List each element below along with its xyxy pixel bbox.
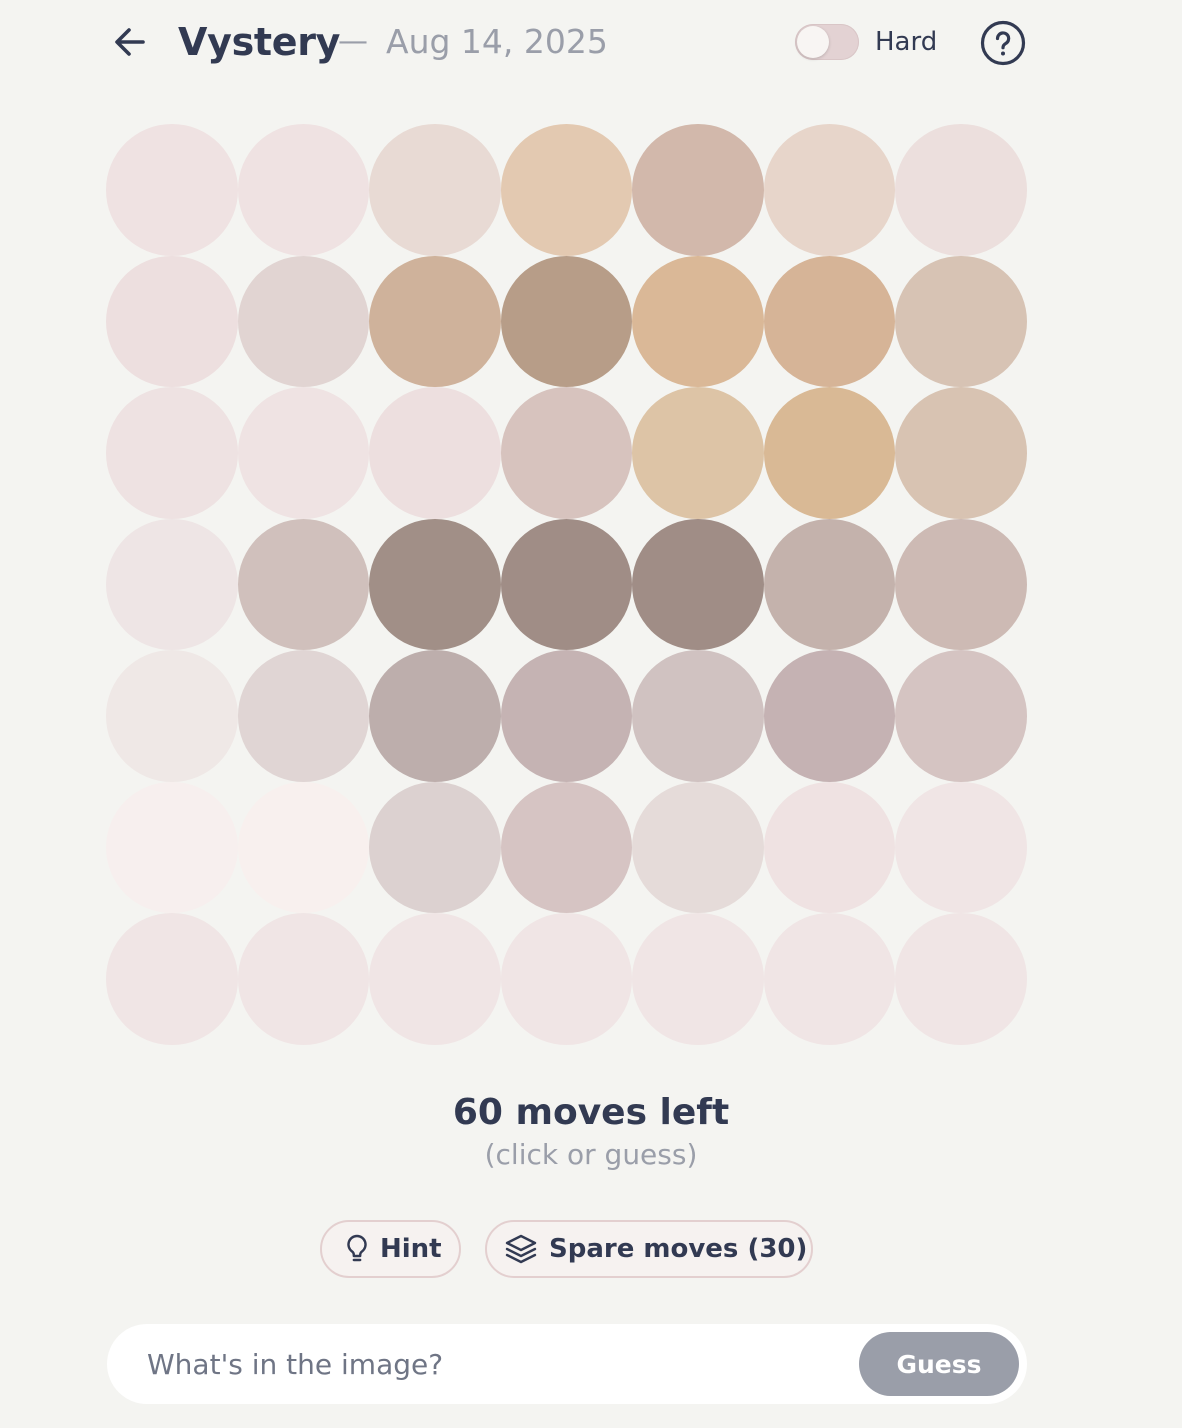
grid-cell[interactable] bbox=[369, 781, 501, 913]
grid-cell[interactable] bbox=[369, 913, 501, 1045]
grid-cell[interactable] bbox=[369, 124, 501, 256]
guess-input[interactable] bbox=[147, 1338, 827, 1390]
hint-button[interactable]: Hint bbox=[320, 1220, 461, 1278]
grid-cell[interactable] bbox=[500, 650, 632, 782]
spare-moves-button[interactable]: Spare moves (30) bbox=[485, 1220, 813, 1278]
guess-button[interactable]: Guess bbox=[859, 1332, 1019, 1396]
puzzle-grid bbox=[106, 124, 1027, 1045]
grid-cell[interactable] bbox=[106, 913, 238, 1045]
moves-subtitle: (click or guess) bbox=[484, 1138, 698, 1171]
grid-cell[interactable] bbox=[763, 387, 895, 519]
grid-cell[interactable] bbox=[500, 781, 632, 913]
grid-cell[interactable] bbox=[237, 518, 369, 650]
back-button[interactable] bbox=[106, 20, 154, 64]
grid-cell[interactable] bbox=[895, 518, 1027, 650]
grid-cell[interactable] bbox=[237, 781, 369, 913]
hard-mode-label: Hard bbox=[875, 27, 938, 57]
grid-cell[interactable] bbox=[369, 650, 501, 782]
title-separator: — bbox=[338, 24, 368, 59]
question-circle-icon bbox=[980, 20, 1026, 66]
toggle-knob bbox=[797, 26, 829, 58]
moves-left: 60 moves left bbox=[452, 1092, 730, 1133]
grid-cell[interactable] bbox=[632, 518, 764, 650]
puzzle-date: Aug 14, 2025 bbox=[386, 22, 608, 61]
grid-cell[interactable] bbox=[237, 124, 369, 256]
grid-cell[interactable] bbox=[500, 124, 632, 256]
grid-cell[interactable] bbox=[632, 781, 764, 913]
arrow-left-icon bbox=[115, 28, 145, 56]
grid-cell[interactable] bbox=[763, 518, 895, 650]
grid-cell[interactable] bbox=[500, 387, 632, 519]
grid-cell[interactable] bbox=[106, 124, 238, 256]
hard-mode-toggle[interactable] bbox=[795, 24, 859, 60]
grid-cell[interactable] bbox=[106, 387, 238, 519]
grid-cell[interactable] bbox=[895, 781, 1027, 913]
grid-cell[interactable] bbox=[237, 255, 369, 387]
grid-cell[interactable] bbox=[895, 387, 1027, 519]
grid-cell[interactable] bbox=[106, 255, 238, 387]
grid-cell[interactable] bbox=[895, 255, 1027, 387]
grid-cell[interactable] bbox=[500, 518, 632, 650]
game-screen: Vystery — Aug 14, 2025 Hard 60 moves lef… bbox=[0, 0, 1182, 1428]
layers-icon bbox=[503, 1233, 539, 1265]
grid-cell[interactable] bbox=[763, 255, 895, 387]
grid-cell[interactable] bbox=[632, 124, 764, 256]
grid-cell[interactable] bbox=[237, 913, 369, 1045]
grid-cell[interactable] bbox=[500, 255, 632, 387]
grid-cell[interactable] bbox=[632, 255, 764, 387]
grid-cell[interactable] bbox=[632, 913, 764, 1045]
grid-cell[interactable] bbox=[895, 913, 1027, 1045]
grid-cell[interactable] bbox=[763, 781, 895, 913]
grid-cell[interactable] bbox=[369, 255, 501, 387]
hint-label: Hint bbox=[380, 1234, 442, 1264]
grid-cell[interactable] bbox=[895, 650, 1027, 782]
grid-cell[interactable] bbox=[763, 124, 895, 256]
page-title: Vystery bbox=[178, 20, 341, 64]
grid-cell[interactable] bbox=[369, 387, 501, 519]
guess-bar: Guess bbox=[107, 1324, 1027, 1404]
grid-cell[interactable] bbox=[632, 650, 764, 782]
spare-moves-label: Spare moves (30) bbox=[549, 1234, 808, 1264]
grid-cell[interactable] bbox=[763, 913, 895, 1045]
grid-cell[interactable] bbox=[895, 124, 1027, 256]
grid-cell[interactable] bbox=[500, 913, 632, 1045]
grid-cell[interactable] bbox=[237, 650, 369, 782]
grid-cell[interactable] bbox=[106, 781, 238, 913]
grid-cell[interactable] bbox=[632, 387, 764, 519]
grid-cell[interactable] bbox=[106, 650, 238, 782]
grid-cell[interactable] bbox=[106, 518, 238, 650]
grid-cell[interactable] bbox=[763, 650, 895, 782]
lightbulb-icon bbox=[342, 1233, 372, 1265]
grid-cell[interactable] bbox=[369, 518, 501, 650]
grid-cell[interactable] bbox=[237, 387, 369, 519]
help-button[interactable] bbox=[978, 18, 1028, 68]
